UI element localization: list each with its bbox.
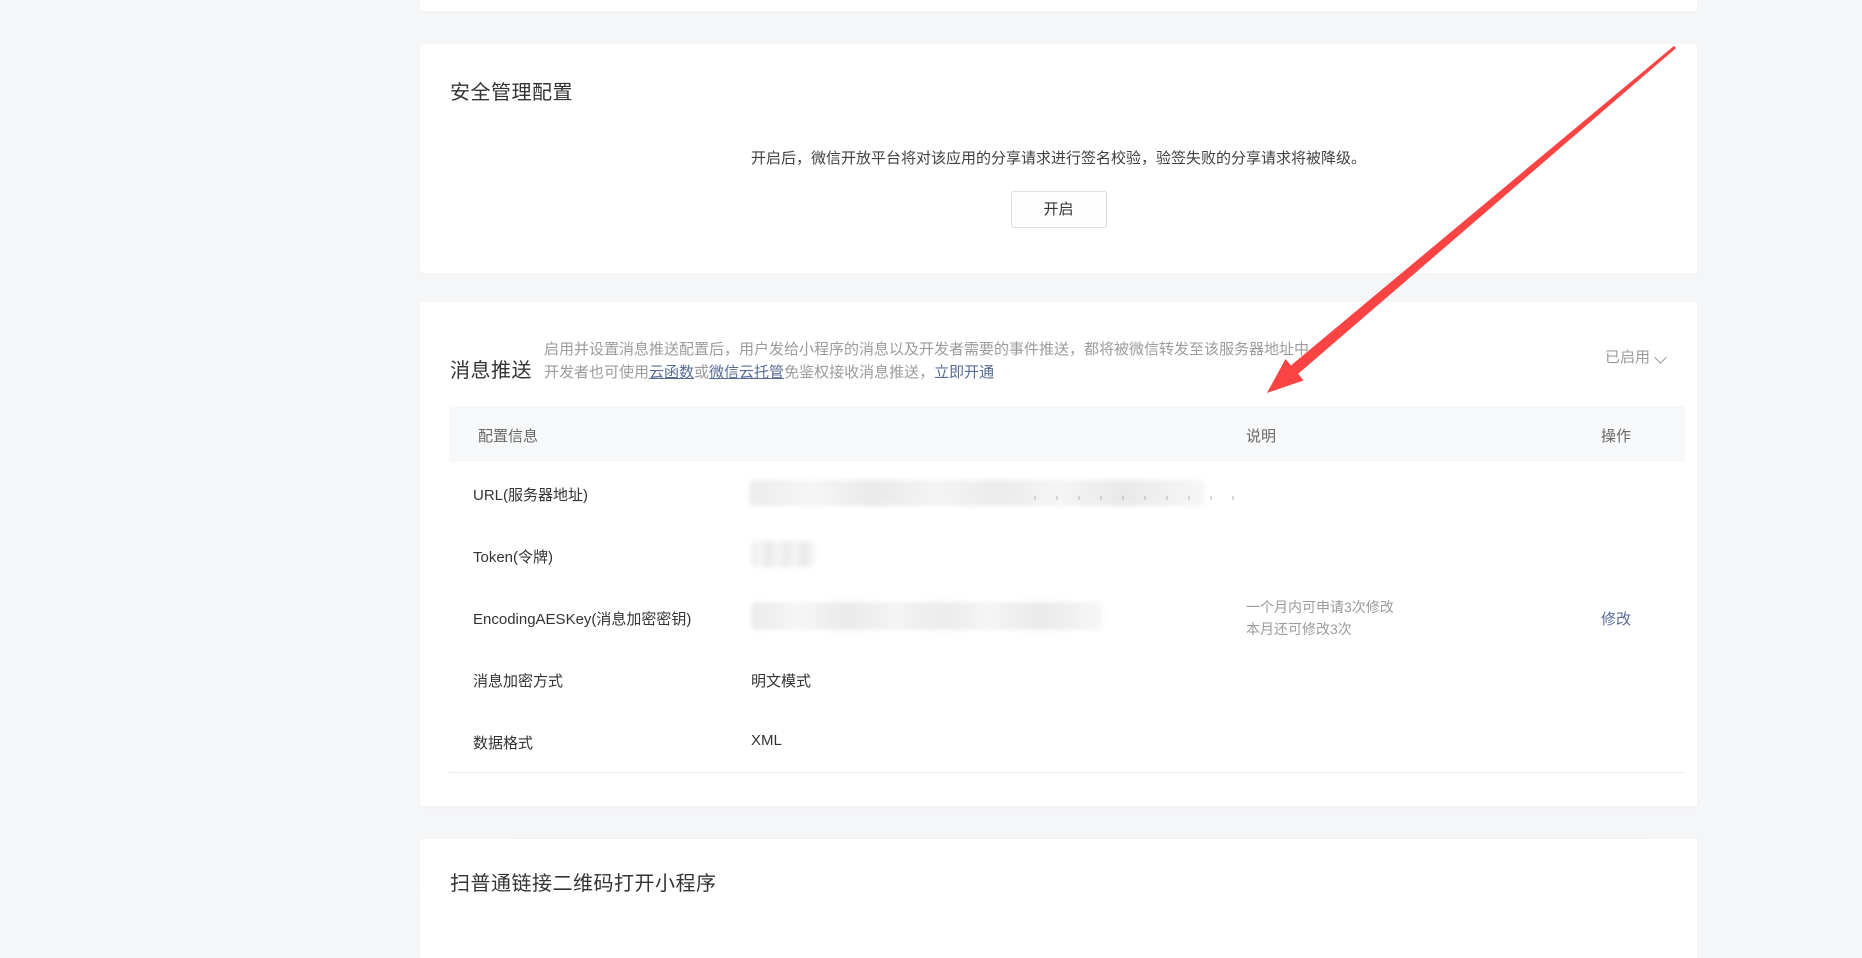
security-card-description: 开启后，微信开放平台将对该应用的分享请求进行签名校验，验签失败的分享请求将被降级… [420,147,1697,168]
message-push-card: 消息推送 启用并设置消息推送配置后，用户发给小程序的消息以及开发者需要的事件推送… [419,301,1698,807]
desc-line2-or: 或 [694,364,709,381]
cloud-function-link[interactable]: 云函数 [649,364,694,381]
table-row-url: URL(服务器地址) [449,462,1685,524]
redacted-url-value [749,480,1205,506]
chevron-down-icon [1654,351,1667,364]
config-table: 配置信息 说明 操作 URL(服务器地址) Token(令牌) Encoding… [449,406,1685,773]
modify-quota-note: 一个月内可申请3次修改 本月还可修改3次 [1246,596,1394,640]
note-line2: 本月还可修改3次 [1246,621,1352,637]
message-push-description-line1: 启用并设置消息推送配置后，用户发给小程序的消息以及开发者需要的事件推送，都将被微… [544,338,1324,359]
enable-button[interactable]: 开启 [1011,191,1107,228]
status-label: 已启用 [1605,349,1650,366]
modify-link[interactable]: 修改 [1601,611,1631,628]
scan-card-title: 扫普通链接二维码打开小程序 [450,867,717,896]
note-line1: 一个月内可申请3次修改 [1246,599,1394,615]
redacted-token-value [751,541,815,567]
table-row-data-format: 数据格式 XML [449,710,1685,772]
table-row-encrypt-mode: 消息加密方式 明文模式 [449,648,1685,710]
desc-line2-suffix: 免鉴权接收消息推送， [784,364,934,381]
header-action: 操作 [1601,425,1631,446]
activate-now-link[interactable]: 立即开通 [934,364,994,381]
desc-line2-prefix: 开发者也可使用 [544,364,649,381]
table-bottom-divider [449,772,1685,773]
redacted-url-residue [1034,496,1234,500]
redacted-aeskey-value [751,602,1103,630]
header-config-info: 配置信息 [478,425,538,446]
message-push-description-line2: 开发者也可使用云函数或微信云托管免鉴权接收消息推送，立即开通 [544,361,994,382]
table-row-encoding-aes-key: EncodingAESKey(消息加密密钥) 一个月内可申请3次修改 本月还可修… [449,586,1685,648]
header-note: 说明 [1246,425,1276,446]
cloud-hosting-link[interactable]: 微信云托管 [709,364,784,381]
security-config-card: 安全管理配置 开启后，微信开放平台将对该应用的分享请求进行签名校验，验签失败的分… [419,43,1698,274]
row-label: 数据格式 [473,732,533,753]
row-value: XML [751,732,782,749]
security-card-title: 安全管理配置 [450,76,573,105]
message-push-title: 消息推送 [450,354,532,383]
row-label: EncodingAESKey(消息加密密钥) [473,608,691,629]
table-row-token: Token(令牌) [449,524,1685,586]
row-label: 消息加密方式 [473,670,563,691]
scan-qrcode-card: 扫普通链接二维码打开小程序 [419,838,1698,958]
table-header-row: 配置信息 说明 操作 [449,406,1685,462]
status-dropdown[interactable]: 已启用 [1605,346,1665,367]
row-value: 明文模式 [751,670,811,691]
row-label: Token(令牌) [473,546,553,567]
previous-card-bottom-edge [419,0,1698,12]
row-label: URL(服务器地址) [473,484,588,505]
